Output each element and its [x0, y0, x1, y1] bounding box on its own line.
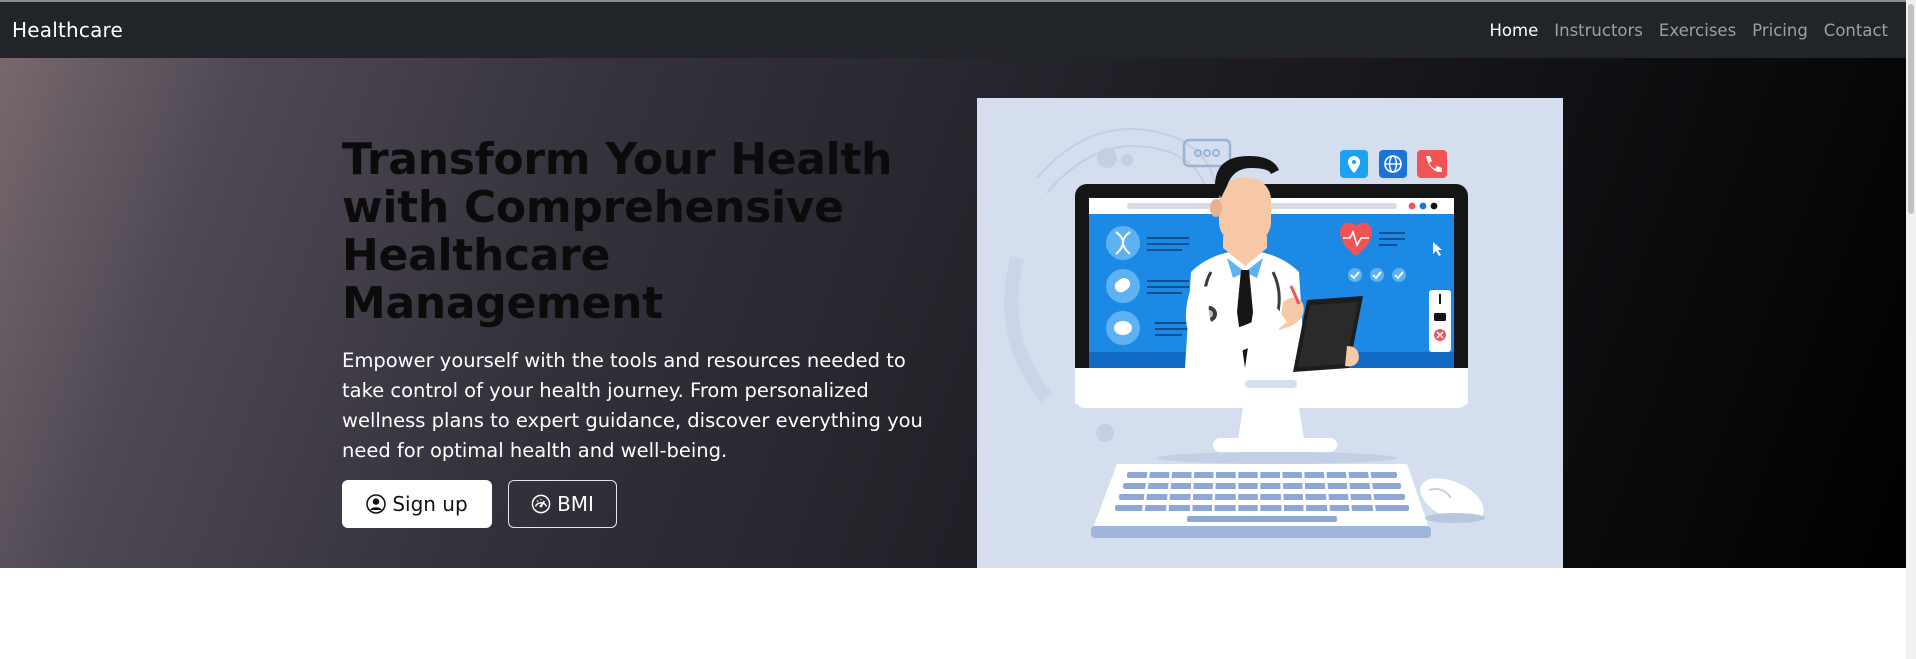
nav-link-pricing[interactable]: Pricing — [1752, 21, 1808, 40]
hero-headline: Transform Your Health with Comprehensive… — [342, 134, 893, 329]
hero-buttons: Sign up BMI — [342, 480, 617, 528]
location-pin-icon — [1340, 150, 1368, 178]
scrollbar-thumb[interactable] — [1908, 4, 1914, 214]
nav-link-exercises[interactable]: Exercises — [1659, 21, 1736, 40]
hero-section: Transform Your Health with Comprehensive… — [0, 58, 1906, 568]
doctor-computer-illustration — [977, 98, 1563, 568]
bmi-button-label: BMI — [557, 492, 594, 516]
nav-link-contact[interactable]: Contact — [1824, 21, 1888, 40]
person-circle-icon — [366, 494, 387, 514]
navbar: Healthcare Home Instructors Exercises Pr… — [0, 2, 1906, 58]
bmi-button[interactable]: BMI — [508, 480, 617, 528]
speedometer-icon — [531, 494, 551, 514]
brand-logo-link[interactable]: Healthcare — [12, 18, 123, 42]
nav-links: Home Instructors Exercises Pricing Conta… — [1474, 21, 1888, 40]
nav-link-home[interactable]: Home — [1490, 21, 1539, 40]
hero-text: Transform Your Health with Comprehensive… — [342, 136, 942, 466]
keyboard — [1091, 464, 1431, 538]
signup-button[interactable]: Sign up — [342, 480, 492, 528]
phone-icon — [1417, 150, 1447, 178]
globe-icon — [1379, 150, 1407, 178]
nav-link-instructors[interactable]: Instructors — [1554, 21, 1643, 40]
hero-lead-text: Empower yourself with the tools and reso… — [342, 349, 923, 462]
signup-button-label: Sign up — [392, 492, 468, 516]
